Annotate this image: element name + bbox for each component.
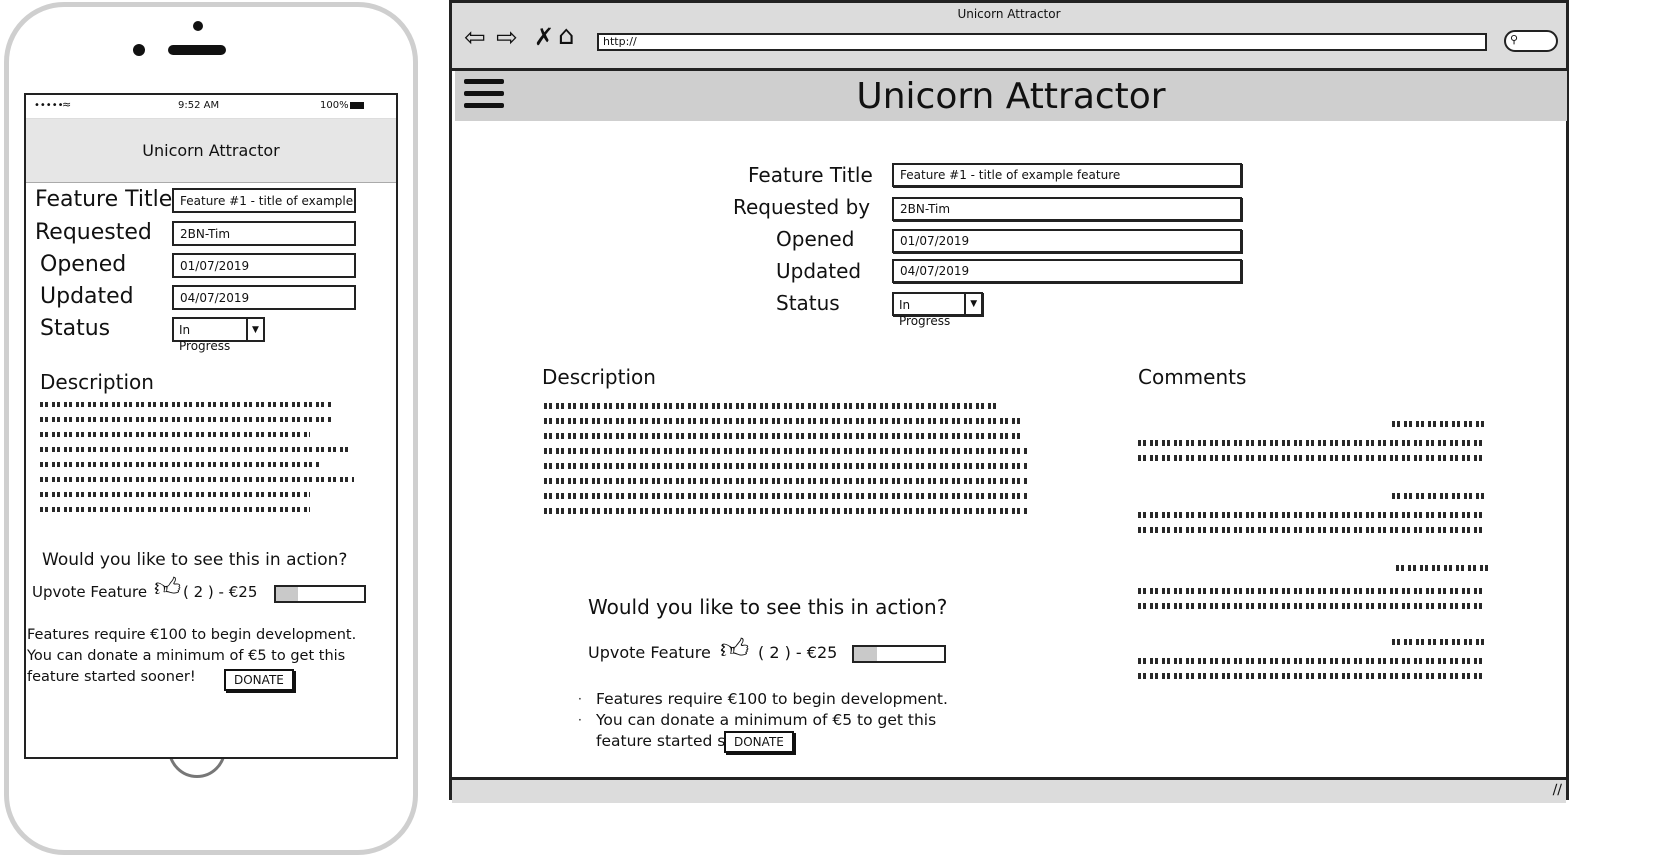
- funding-info-text: Features require €100 to begin developme…: [27, 627, 357, 685]
- thumbs-up-icon[interactable]: 👍︎: [154, 575, 181, 601]
- funding-progress-fill: [854, 647, 877, 661]
- donate-button[interactable]: DONATE: [724, 731, 794, 753]
- battery-percent: 100%: [320, 100, 349, 111]
- label-feature-title: Feature Title: [748, 163, 873, 187]
- status-select-value: In Progress: [899, 298, 951, 328]
- chevron-down-icon[interactable]: ▼: [964, 294, 981, 314]
- window-title: Unicorn Attractor: [957, 7, 1061, 21]
- phone-speaker: [168, 45, 226, 55]
- stop-icon[interactable]: ✗: [534, 23, 554, 51]
- requested-by-field[interactable]: 2BN-Tim: [892, 197, 1242, 221]
- label-feature-title: Feature Title: [35, 187, 173, 212]
- forward-icon[interactable]: ⇨: [496, 23, 518, 53]
- feature-title-field[interactable]: Feature #1 - title of example feature: [892, 163, 1242, 187]
- thumbs-up-icon[interactable]: 👍︎: [720, 635, 749, 663]
- home-icon[interactable]: ⌂: [558, 21, 575, 51]
- label-requested: Requested: [35, 220, 152, 245]
- action-question: Would you like to see this in action?: [42, 550, 348, 570]
- phone-camera: [193, 21, 203, 31]
- opened-field[interactable]: 01/07/2019: [892, 229, 1242, 253]
- donation-info-text: You can donate a minimum of €5 to get th…: [596, 711, 937, 750]
- page-header: Unicorn Attractor: [455, 71, 1567, 121]
- browser-frame: Unicorn Attractor ⇦ ⇨ ✗ ⌂ http:// ⚲ Unic…: [449, 0, 1569, 803]
- label-status: Status: [40, 316, 111, 341]
- back-icon[interactable]: ⇦: [464, 23, 486, 53]
- updated-field[interactable]: 04/07/2019: [172, 285, 356, 310]
- funding-progress-fill: [276, 587, 298, 601]
- opened-field[interactable]: 01/07/2019: [172, 253, 356, 278]
- comment-item: [1138, 493, 1484, 533]
- nav-title: Unicorn Attractor: [26, 119, 396, 183]
- upvote-count: ( 2 ) - €25: [758, 643, 838, 662]
- funding-requirement-text: Features require €100 to begin developme…: [596, 690, 948, 708]
- label-updated: Updated: [40, 284, 134, 309]
- funding-info: Features require €100 to begin developme…: [27, 625, 377, 688]
- comment-item: [1138, 565, 1492, 609]
- upvote-label: Upvote Feature: [588, 643, 711, 662]
- list-item: · Features require €100 to begin develop…: [578, 690, 948, 708]
- chevron-down-icon[interactable]: ▼: [246, 319, 263, 340]
- upvote-label: Upvote Feature: [32, 583, 148, 601]
- wifi-icon: ≈: [62, 98, 72, 111]
- hamburger-menu-icon[interactable]: [464, 79, 504, 108]
- phone-sensor: [133, 44, 145, 56]
- funding-progress: [852, 645, 946, 663]
- browser-window: Unicorn Attractor ⇦ ⇨ ✗ ⌂ http:// ⚲ Unic…: [449, 0, 1680, 857]
- description-text: [544, 403, 1028, 514]
- label-requested-by: Requested by: [733, 195, 871, 219]
- label-opened: Opened: [40, 252, 127, 277]
- funding-progress: [274, 585, 366, 603]
- status-select-value: In Progress: [179, 323, 231, 353]
- description-text: [40, 402, 356, 524]
- donate-button[interactable]: DONATE: [224, 669, 294, 691]
- status-select[interactable]: In Progress ▼: [172, 317, 265, 353]
- status-bar: ••••• ≈ 9:52 AM 100%: [26, 95, 396, 119]
- requested-field[interactable]: 2BN-Tim: [172, 221, 356, 246]
- status-select[interactable]: In Progress ▼: [892, 292, 983, 328]
- status-time: 9:52 AM: [178, 100, 220, 111]
- battery-icon: [350, 102, 364, 109]
- label-updated: Updated: [776, 259, 862, 283]
- search-icon: ⚲: [1510, 33, 1519, 46]
- label-opened: Opened: [776, 227, 855, 251]
- resize-handle-icon[interactable]: ∕∕: [1553, 782, 1562, 798]
- feature-title-field[interactable]: Feature #1 - title of example feature: [172, 188, 356, 213]
- comments-heading: Comments: [1138, 365, 1247, 389]
- description-heading: Description: [542, 365, 656, 389]
- comment-item: [1138, 421, 1484, 461]
- signal-indicator: •••••: [34, 100, 64, 111]
- browser-toolbar: Unicorn Attractor ⇦ ⇨ ✗ ⌂ http:// ⚲: [452, 3, 1566, 71]
- description-heading: Description: [40, 370, 154, 394]
- url-input[interactable]: http://: [597, 33, 1487, 51]
- page-title: Unicorn Attractor: [856, 75, 1166, 117]
- phone-screen: ••••• ≈ 9:52 AM 100% Unicorn Attractor F…: [24, 93, 398, 759]
- label-status: Status: [776, 291, 840, 315]
- action-question: Would you like to see this in action?: [588, 595, 948, 619]
- browser-statusbar: ∕∕: [452, 777, 1566, 803]
- search-button[interactable]: ⚲: [1504, 30, 1558, 52]
- comment-item: [1138, 639, 1484, 679]
- updated-field[interactable]: 04/07/2019: [892, 259, 1242, 283]
- upvote-count: ( 2 ) - €25: [183, 583, 258, 601]
